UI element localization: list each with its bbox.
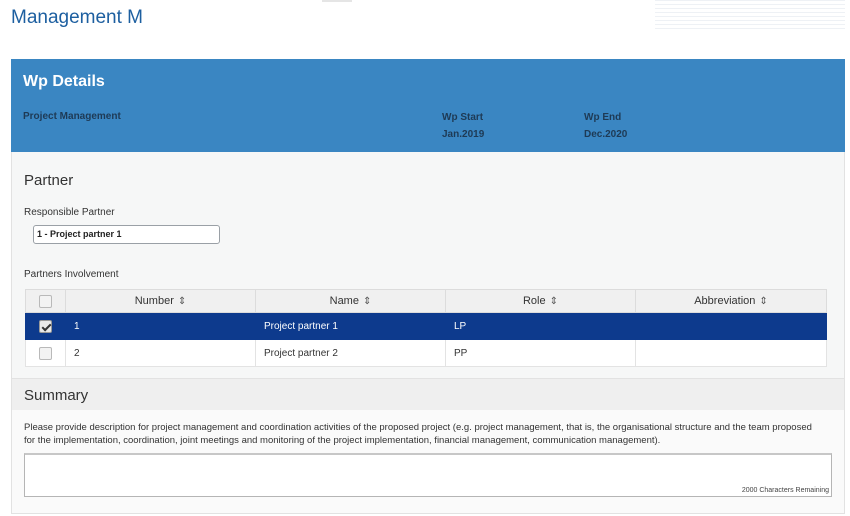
top-divider-mark	[322, 0, 352, 2]
table-header-row: Number ⇕ Name ⇕ Role ⇕ Abbreviation ⇕	[25, 289, 827, 313]
select-all-cell[interactable]	[25, 289, 66, 313]
wp-start-label: Wp Start	[442, 112, 484, 123]
table-row[interactable]: 2 Project partner 2 PP	[25, 339, 827, 367]
cell-abbreviation	[635, 339, 827, 367]
summary-description: Please provide description for project m…	[24, 422, 812, 446]
cell-name: Project partner 1	[255, 312, 446, 340]
column-header-label: Name	[329, 295, 359, 307]
column-header-label: Number	[134, 295, 174, 307]
wp-start-value: Jan.2019	[442, 129, 485, 140]
partner-panel: Partner Responsible Partner 1 - Project …	[11, 152, 845, 378]
sort-icon[interactable]: ⇕	[550, 296, 558, 307]
cell-name: Project partner 2	[255, 339, 446, 367]
wp-details-title: Wp Details	[23, 73, 105, 90]
column-header-number[interactable]: Number ⇕	[65, 289, 256, 313]
partner-section-title: Partner	[24, 172, 74, 189]
page-title: Management M	[11, 7, 144, 28]
column-header-label: Abbreviation	[694, 295, 756, 307]
row-select-cell[interactable]	[25, 339, 66, 367]
sort-icon[interactable]: ⇕	[363, 296, 371, 307]
column-header-role[interactable]: Role ⇕	[445, 289, 636, 313]
characters-remaining: 2000 Characters Remaining	[741, 487, 829, 494]
partners-involvement-label: Partners Involvement	[24, 269, 119, 280]
sort-icon[interactable]: ⇕	[759, 296, 767, 307]
row-select-cell[interactable]	[25, 312, 66, 340]
summary-textarea[interactable]: 2000 Characters Remaining	[24, 453, 832, 497]
responsible-partner-label: Responsible Partner	[24, 207, 115, 218]
cell-abbreviation	[635, 312, 827, 340]
summary-header: Summary	[12, 379, 844, 410]
table-row[interactable]: 1 Project partner 1 LP	[25, 312, 827, 340]
wp-details-header: Wp Details Project Management Wp Start J…	[11, 59, 845, 152]
cell-role: PP	[445, 339, 636, 367]
cell-role: LP	[445, 312, 636, 340]
responsible-partner-select[interactable]: 1 - Project partner 1	[33, 225, 220, 244]
row-checkbox-checked[interactable]	[39, 319, 52, 333]
column-header-abbreviation[interactable]: Abbreviation ⇕	[635, 289, 827, 313]
column-header-label: Role	[522, 295, 546, 307]
summary-panel: Summary Please provide description for p…	[11, 378, 845, 514]
partners-table: Number ⇕ Name ⇕ Role ⇕ Abbreviation ⇕ 1 Pr	[25, 289, 827, 367]
row-checkbox[interactable]	[39, 346, 52, 360]
wp-end-value: Dec.2020	[584, 129, 628, 140]
wp-end-label: Wp End	[584, 112, 622, 123]
summary-title: Summary	[24, 387, 89, 404]
cell-number: 1	[65, 312, 256, 340]
decorative-stripes	[655, 0, 845, 30]
wp-name: Project Management	[23, 111, 121, 122]
sort-icon[interactable]: ⇕	[178, 296, 186, 307]
cell-number: 2	[65, 339, 256, 367]
select-all-checkbox[interactable]	[39, 294, 52, 308]
column-header-name[interactable]: Name ⇕	[255, 289, 446, 313]
